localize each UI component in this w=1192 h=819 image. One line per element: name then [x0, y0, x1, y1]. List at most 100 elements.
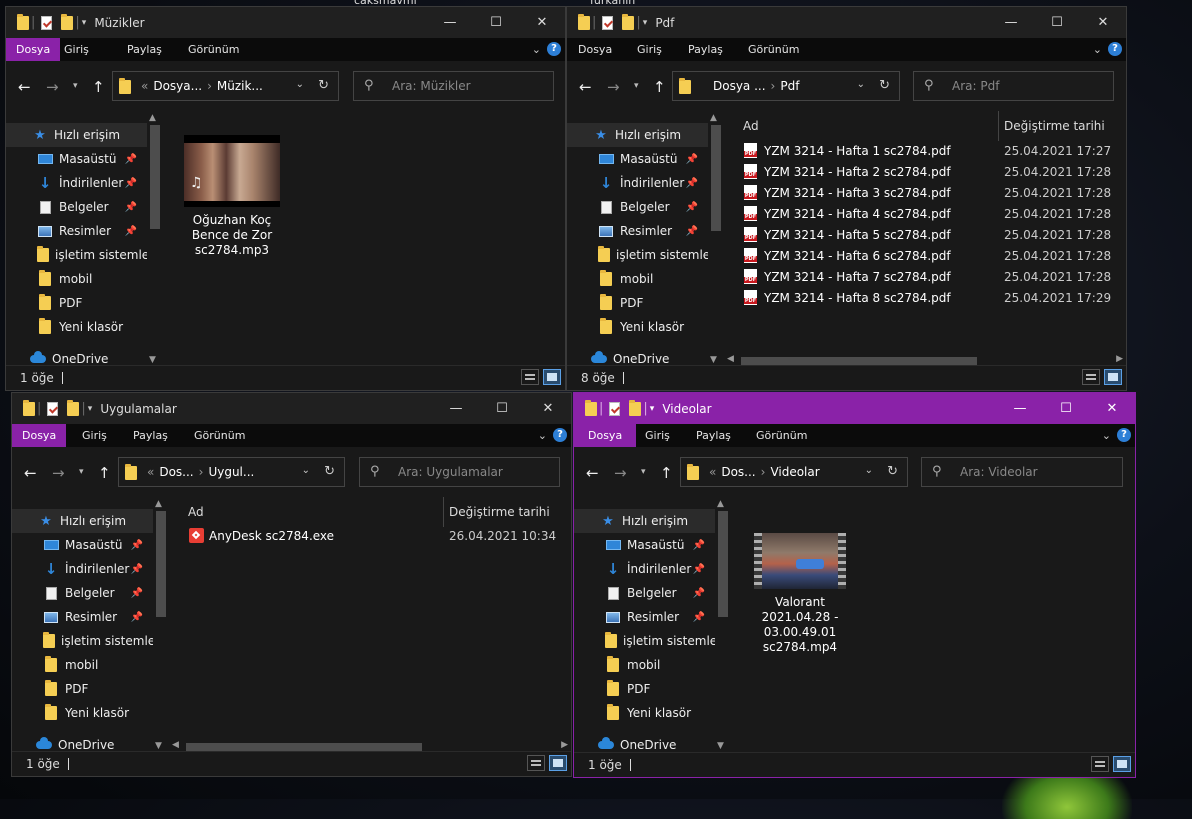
- nav-item-desktop[interactable]: Masaüstü 📌: [6, 147, 147, 171]
- nav-item-onedrive[interactable]: OneDrive: [12, 733, 153, 753]
- properties-icon[interactable]: [41, 15, 53, 30]
- scroll-up-icon[interactable]: ▲: [149, 113, 156, 123]
- nav-item-mobil[interactable]: mobil: [567, 267, 708, 291]
- nav-item-mobil[interactable]: mobil: [6, 267, 147, 291]
- explorer-window-videolar[interactable]: | | ▾ Videolar — ☐ ✕ Dosya Giriş Paylaş …: [573, 392, 1136, 778]
- explorer-window-muzikler[interactable]: | | ▾ Müzikler — ☐ ✕ Dosya Giriş Paylaş …: [5, 6, 566, 391]
- recent-locations-icon[interactable]: ▾: [641, 467, 646, 477]
- nav-item-pdf[interactable]: PDF: [567, 291, 708, 315]
- tab-dosya[interactable]: Dosya: [578, 38, 612, 61]
- customize-qat-icon[interactable]: ▾: [650, 404, 655, 414]
- scroll-left-icon[interactable]: ◀: [172, 740, 179, 750]
- maximize-button[interactable]: ☐: [473, 7, 519, 38]
- nav-item-pictures[interactable]: Resimler 📌: [6, 219, 147, 243]
- help-icon[interactable]: ?: [553, 428, 567, 442]
- breadcrumb[interactable]: «Dos... › Videolar: [709, 465, 820, 479]
- crumb[interactable]: Dos...: [159, 465, 193, 479]
- tab-giris[interactable]: Giriş: [645, 424, 670, 447]
- file-row[interactable]: YZM 3214 - Hafta 1 sc2784.pdf 25.04.2021 …: [723, 141, 1126, 162]
- large-icons-view-icon[interactable]: [1113, 756, 1131, 772]
- address-dropdown-icon[interactable]: ⌄: [857, 79, 865, 90]
- refresh-icon[interactable]: ↻: [887, 464, 898, 479]
- nav-item-mobil[interactable]: mobil: [574, 653, 715, 677]
- address-dropdown-icon[interactable]: ⌄: [296, 79, 304, 90]
- nav-scrollbar[interactable]: ▲ ▼: [147, 111, 161, 367]
- title-bar[interactable]: | | ▾ Uygulamalar — ☐ ✕: [12, 393, 571, 424]
- file-row[interactable]: YZM 3214 - Hafta 8 sc2784.pdf 25.04.2021 …: [723, 288, 1126, 309]
- column-divider[interactable]: [998, 111, 999, 141]
- tab-giris[interactable]: Giriş: [637, 38, 662, 61]
- nav-item-pdf[interactable]: PDF: [6, 291, 147, 315]
- explorer-window-uygulamalar[interactable]: | | ▾ Uygulamalar — ☐ ✕ Dosya Giriş Payl…: [11, 392, 572, 777]
- nav-item-documents[interactable]: Belgeler 📌: [567, 195, 708, 219]
- crumb[interactable]: Dos...: [721, 465, 755, 479]
- nav-item-desktop[interactable]: Masaüstü 📌: [12, 533, 153, 557]
- nav-item-yeni-klasor[interactable]: Yeni klasör: [567, 315, 708, 339]
- tab-paylas[interactable]: Paylaş: [688, 38, 723, 61]
- search-input[interactable]: ⚲ Ara: Müzikler: [353, 71, 554, 101]
- scroll-down-icon[interactable]: ▼: [149, 355, 156, 365]
- column-header-date[interactable]: Değiştirme tarihi: [1004, 111, 1105, 141]
- nav-item-documents[interactable]: Belgeler 📌: [12, 581, 153, 605]
- help-icon[interactable]: ?: [1117, 428, 1131, 442]
- refresh-icon[interactable]: ↻: [324, 464, 335, 479]
- tab-dosya[interactable]: Dosya: [574, 424, 637, 447]
- forward-icon[interactable]: →: [607, 78, 620, 96]
- scroll-down-icon[interactable]: ▼: [717, 741, 724, 751]
- up-icon[interactable]: ↑: [98, 464, 111, 482]
- new-folder-icon[interactable]: [622, 13, 635, 30]
- tab-dosya[interactable]: Dosya: [6, 38, 61, 61]
- back-icon[interactable]: ←: [586, 464, 599, 482]
- nav-item-pictures[interactable]: Resimler 📌: [567, 219, 708, 243]
- file-row[interactable]: YZM 3214 - Hafta 7 sc2784.pdf 25.04.2021 …: [723, 267, 1126, 288]
- nav-item-isletim-sistemler[interactable]: işletim sistemler: [574, 629, 715, 653]
- scrollbar-thumb[interactable]: [150, 125, 160, 229]
- file-row[interactable]: YZM 3214 - Hafta 5 sc2784.pdf 25.04.2021 …: [723, 225, 1126, 246]
- forward-icon[interactable]: →: [614, 464, 627, 482]
- scroll-right-icon[interactable]: ▶: [1116, 354, 1123, 364]
- nav-item-yeni-klasor[interactable]: Yeni klasör: [12, 701, 153, 725]
- nav-item-onedrive[interactable]: OneDrive: [567, 347, 708, 367]
- minimize-button[interactable]: —: [988, 7, 1034, 38]
- scrollbar-thumb[interactable]: [711, 125, 721, 231]
- tab-paylas[interactable]: Paylaş: [127, 38, 162, 61]
- breadcrumb[interactable]: «Dosya... › Müzik...: [141, 79, 263, 93]
- expand-ribbon-icon[interactable]: ⌄: [1093, 38, 1102, 61]
- scroll-down-icon[interactable]: ▼: [155, 741, 162, 751]
- scrollbar-thumb[interactable]: [718, 511, 728, 617]
- minimize-button[interactable]: —: [433, 393, 479, 424]
- customize-qat-icon[interactable]: ▾: [643, 18, 648, 28]
- close-button[interactable]: ✕: [519, 7, 565, 38]
- tab-paylas[interactable]: Paylaş: [696, 424, 731, 447]
- help-icon[interactable]: ?: [547, 42, 561, 56]
- customize-qat-icon[interactable]: ▾: [88, 404, 93, 414]
- scrollbar-thumb[interactable]: [156, 511, 166, 617]
- scroll-down-icon[interactable]: ▼: [710, 355, 717, 365]
- back-icon[interactable]: ←: [24, 464, 37, 482]
- recent-locations-icon[interactable]: ▾: [79, 467, 84, 477]
- tab-giris[interactable]: Giriş: [82, 424, 107, 447]
- nav-item-isletim-sistemler[interactable]: işletim sistemler: [12, 629, 153, 653]
- breadcrumb[interactable]: «Dos... › Uygul...: [147, 465, 254, 479]
- nav-item-pictures[interactable]: Resimler 📌: [574, 605, 715, 629]
- tab-giris[interactable]: Giriş: [64, 38, 89, 61]
- nav-item-isletim-sistemler[interactable]: işletim sistemler: [567, 243, 708, 267]
- details-view-icon[interactable]: [521, 369, 539, 385]
- tab-gorunum[interactable]: Görünüm: [756, 424, 807, 447]
- address-bar[interactable]: «Dosya... › Müzik... ⌄ ↻: [112, 71, 339, 101]
- nav-item-quick-access[interactable]: ★ Hızlı erişim: [567, 123, 708, 147]
- nav-item-onedrive[interactable]: OneDrive: [6, 347, 147, 367]
- properties-icon[interactable]: [47, 401, 59, 416]
- details-view-icon[interactable]: [527, 755, 545, 771]
- title-bar[interactable]: | | ▾ Videolar — ☐ ✕: [574, 393, 1135, 424]
- tab-gorunum[interactable]: Görünüm: [748, 38, 799, 61]
- expand-ribbon-icon[interactable]: ⌄: [538, 424, 547, 447]
- new-folder-icon[interactable]: [61, 13, 74, 30]
- nav-item-mobil[interactable]: mobil: [12, 653, 153, 677]
- address-dropdown-icon[interactable]: ⌄: [302, 465, 310, 476]
- recent-locations-icon[interactable]: ▾: [73, 81, 78, 91]
- file-tile[interactable]: Valorant 2021.04.28 - 03.00.49.01 sc2784…: [742, 533, 858, 655]
- close-button[interactable]: ✕: [1080, 7, 1126, 38]
- back-icon[interactable]: ←: [18, 78, 31, 96]
- close-button[interactable]: ✕: [525, 393, 571, 424]
